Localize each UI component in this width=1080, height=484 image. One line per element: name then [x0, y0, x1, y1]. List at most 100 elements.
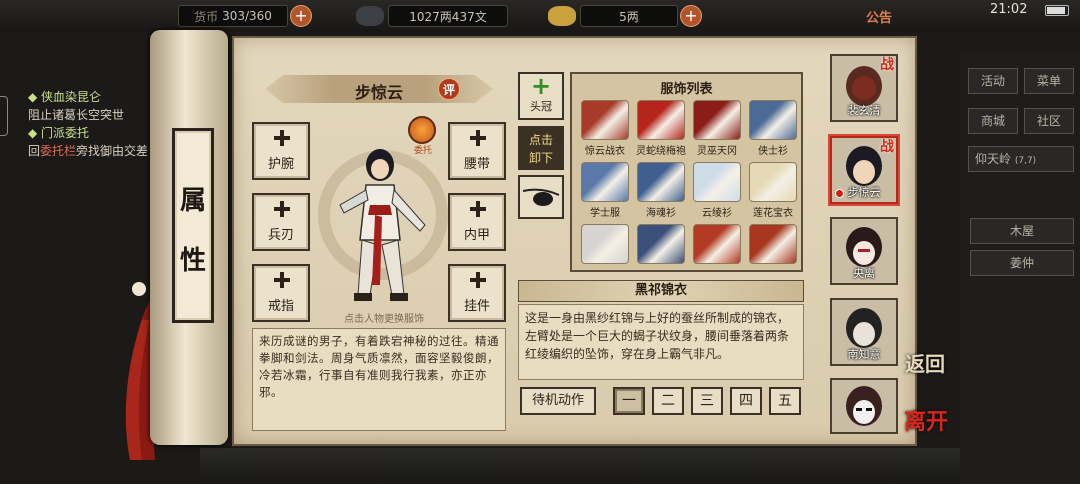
eyepatch-icon [522, 188, 560, 206]
add-ingot-button[interactable]: + [680, 5, 702, 27]
outfit-icon [693, 100, 741, 140]
portrait-nan-zhiyi[interactable]: 南知意 [830, 298, 898, 366]
add-icon: + [530, 72, 552, 100]
outfit-item[interactable] [634, 224, 688, 270]
outfit-item[interactable]: 侠士衫 [746, 100, 800, 157]
add-icon [470, 201, 486, 217]
outfit-icon [749, 100, 797, 140]
quest-title: 侠血染昆仑 [28, 88, 168, 106]
outfit-item[interactable]: 莲花宝衣 [746, 162, 800, 219]
change-outfit-hint: 点击人物更换服饰 [344, 314, 424, 325]
idle-action-button[interactable]: 待机动作 [520, 387, 596, 415]
gold-ingot-icon [548, 6, 576, 26]
slot-weapon[interactable]: 兵刃 [252, 193, 310, 251]
money-display: 1027两437文 [388, 5, 508, 27]
idle-option-1[interactable]: 一 [613, 387, 645, 415]
outfit-icon [637, 162, 685, 202]
outfit-item[interactable] [578, 224, 632, 270]
shop-button[interactable]: 商城 [968, 108, 1018, 134]
right-menu-panel: 活动 菜单 商城 社区 仰天岭 (7,7) 木屋 姜仲 [960, 52, 1080, 484]
outfit-item[interactable]: 惊云战衣 [578, 100, 632, 157]
ingot-display: 5两 [580, 5, 678, 27]
outfit-icon [693, 162, 741, 202]
outfit-item[interactable]: 灵蛇绕梅袍 [634, 100, 688, 157]
clock: 21:02 [990, 2, 1028, 17]
menu-button[interactable]: 菜单 [1024, 68, 1074, 94]
outfit-item[interactable]: 云绫衫 [690, 162, 744, 219]
community-button[interactable]: 社区 [1024, 108, 1074, 134]
quest-text: 阻止诸葛长空突世 [28, 108, 125, 122]
outfit-item[interactable] [690, 224, 744, 270]
portrait-yang-li[interactable]: 央离 [830, 217, 898, 285]
collapse-arrow-icon[interactable] [0, 96, 8, 136]
outfit-name: 灵蛇绕梅袍 [636, 146, 686, 157]
evaluate-button[interactable]: 评 [438, 78, 460, 100]
leave-button[interactable]: 离开 [904, 404, 948, 436]
outfit-name: 灵巫天冈 [697, 146, 737, 157]
outfit-icon [637, 224, 685, 264]
portrait-bu-jingyun[interactable]: 战 步惊云 [830, 136, 898, 204]
idle-option-2[interactable]: 二 [652, 387, 684, 415]
outfit-icon [637, 100, 685, 140]
outfit-name: 云绫衫 [702, 208, 732, 219]
character-figure[interactable] [330, 145, 440, 305]
add-icon [470, 272, 486, 288]
back-button[interactable]: 返回 [905, 348, 945, 377]
outfit-description: 这是一身由黑纱红锦与上好的蚕丝所制成的锦衣，左臂处是一个巨大的蝎子状纹身，腰间垂… [518, 304, 804, 380]
outfit-name: 学士服 [590, 208, 620, 219]
outfit-icon [749, 224, 797, 264]
notice-button[interactable]: 公告 [866, 7, 892, 26]
battery-icon [1045, 5, 1069, 16]
activity-button[interactable]: 活动 [968, 68, 1018, 94]
attribute-tab-label: 属性 [179, 186, 206, 276]
bead-icon [132, 282, 146, 296]
outfit-name: 侠士衫 [758, 146, 788, 157]
outfit-name: 惊云战衣 [585, 146, 625, 157]
outfit-list-title: 服饰列表 [660, 82, 713, 97]
outfit-item[interactable] [746, 224, 800, 270]
outfit-icon [693, 224, 741, 264]
slot-ring[interactable]: 戒指 [252, 264, 310, 322]
head-slot-tab[interactable]: + 头冠 [518, 72, 564, 120]
outfit-icon [581, 162, 629, 202]
outfit-icon [581, 100, 629, 140]
character-bio: 来历成谜的男子，有着跌宕神秘的过往。精通拳脚和剑法。周身气质凛然，面容坚毅俊朗，… [252, 328, 506, 431]
location-label: 仰天岭 (7,7) [968, 146, 1074, 172]
outfit-desc-title: 黑祁锦衣 [518, 280, 804, 302]
place-button-cabin[interactable]: 木屋 [970, 218, 1074, 244]
top-bar: 货币 303/360 + 1027两437文 5两 + 公告 21:02 [0, 0, 1080, 32]
copper-coin-icon [356, 6, 384, 26]
slot-belt[interactable]: 腰带 [448, 122, 506, 180]
outfit-icon [581, 224, 629, 264]
idle-option-4[interactable]: 四 [730, 387, 762, 415]
quest-text: 回委托栏旁找御由交差 [28, 144, 149, 158]
eyepatch-slot[interactable] [518, 175, 564, 219]
entrust-icon[interactable] [408, 116, 436, 144]
add-icon [274, 201, 290, 217]
outfit-item[interactable]: 学士服 [578, 162, 632, 219]
portrait-pei-xuanqing[interactable]: 战 裴玄清 [830, 54, 898, 122]
attribute-tab[interactable]: 属性 [172, 128, 214, 323]
bottom-toolbar [200, 448, 960, 484]
quest-tracker[interactable]: 侠血染昆仑 阻止诸葛长空突世 门派委托 回委托栏旁找御由交差 [28, 88, 168, 160]
avatar [846, 386, 882, 426]
slot-pendant[interactable]: 挂件 [448, 264, 506, 322]
add-icon [470, 130, 486, 146]
outfit-item[interactable]: 海魂衫 [634, 162, 688, 219]
add-icon [274, 130, 290, 146]
outfit-name: 莲花宝衣 [753, 208, 793, 219]
idle-option-5[interactable]: 五 [769, 387, 801, 415]
npc-button[interactable]: 姜仲 [970, 250, 1074, 276]
slot-wrist[interactable]: 护腕 [252, 122, 310, 180]
slot-inner-armor[interactable]: 内甲 [448, 193, 506, 251]
add-bag-button[interactable]: + [290, 5, 312, 27]
unequip-button[interactable]: 点击 卸下 [518, 126, 564, 170]
outfit-name: 海魂衫 [646, 208, 676, 219]
portrait-masked[interactable] [830, 378, 898, 434]
outfit-icon [749, 162, 797, 202]
add-icon [274, 272, 290, 288]
outfit-item[interactable]: 灵巫天冈 [690, 100, 744, 157]
outfit-list-panel: 服饰列表 惊云战衣 灵蛇绕梅袍 灵巫天冈 侠士衫学士服 海魂衫 云绫衫 莲花宝衣 [570, 72, 803, 272]
idle-option-3[interactable]: 三 [691, 387, 723, 415]
bag-capacity: 货币 303/360 [178, 5, 288, 27]
